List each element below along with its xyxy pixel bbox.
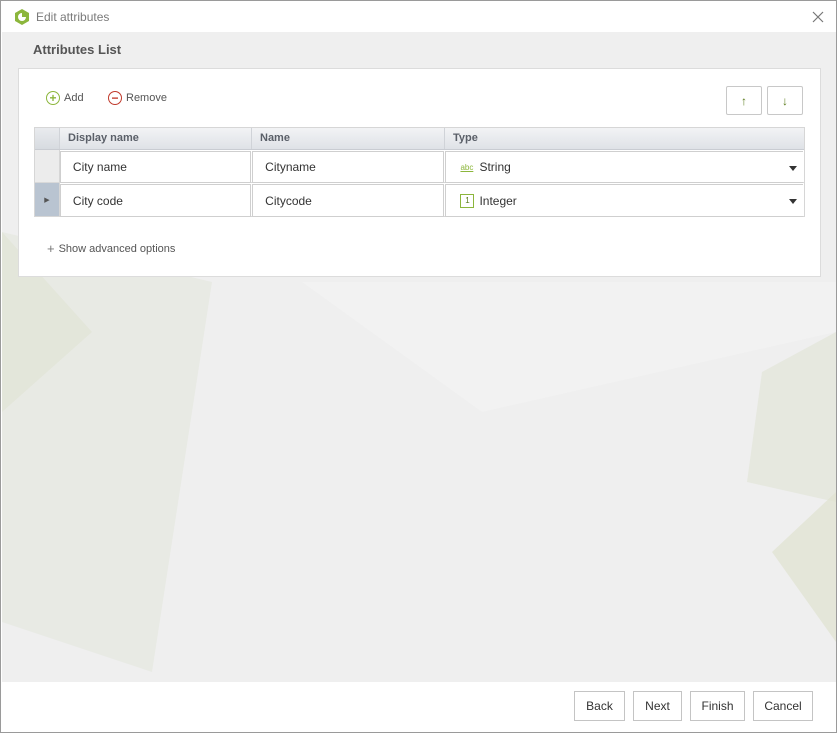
back-button[interactable]: Back <box>574 691 625 721</box>
column-header-type[interactable]: Type <box>445 128 804 149</box>
finish-button[interactable]: Finish <box>690 691 745 721</box>
window-title: Edit attributes <box>36 10 110 24</box>
cancel-button[interactable]: Cancel <box>753 691 813 721</box>
move-up-button[interactable]: ↑ <box>726 86 762 115</box>
table-row[interactable]: ▶ City code Citycode 1 Integer <box>35 183 804 217</box>
row-indicator-selected[interactable]: ▶ <box>35 183 60 216</box>
display-name-cell[interactable]: City code <box>59 184 252 217</box>
plus-circle-icon: + <box>46 91 60 105</box>
display-name-cell[interactable]: City name <box>59 151 252 183</box>
move-down-button[interactable]: ↓ <box>767 86 803 115</box>
show-advanced-options-label: Show advanced options <box>58 242 176 255</box>
dialog-footer: Back Next Finish Cancel <box>2 682 836 732</box>
title-bar: Edit attributes <box>1 1 836 32</box>
grid-header: Display name Name Type <box>35 128 804 150</box>
arrow-down-icon: ↓ <box>782 93 788 108</box>
attributes-grid: Display name Name Type City name Citynam… <box>34 127 805 217</box>
plus-icon: + <box>47 241 55 256</box>
content-area: Attributes List + Add − Remove ↑ ↓ Displ… <box>2 32 836 682</box>
page-title: Attributes List <box>33 42 122 57</box>
table-row[interactable]: City name Cityname abc String <box>35 150 804 183</box>
row-pointer-icon: ▶ <box>44 196 50 204</box>
show-advanced-options-link[interactable]: + Show advanced options <box>47 241 175 256</box>
app-logo-icon <box>15 9 29 25</box>
abc-icon: abc <box>460 162 474 172</box>
close-icon <box>812 11 824 23</box>
attributes-panel: + Add − Remove ↑ ↓ Display name Name Typ… <box>18 68 821 277</box>
dialog-window: Edit attributes Attributes List + Add − … <box>0 0 837 733</box>
remove-button[interactable]: − Remove <box>108 91 167 105</box>
name-cell[interactable]: Citycode <box>252 184 445 217</box>
name-cell[interactable]: Cityname <box>252 151 445 183</box>
remove-button-label: Remove <box>126 92 167 104</box>
column-header-name[interactable]: Name <box>252 128 445 149</box>
minus-circle-icon: − <box>108 91 122 105</box>
row-indicator[interactable] <box>35 150 60 182</box>
add-button-label: Add <box>64 92 84 104</box>
close-button[interactable] <box>808 7 828 27</box>
type-select[interactable]: 1 Integer <box>445 184 804 217</box>
chevron-down-icon[interactable] <box>789 166 798 171</box>
next-button[interactable]: Next <box>633 691 682 721</box>
column-header-display-name[interactable]: Display name <box>60 128 252 149</box>
chevron-down-icon[interactable] <box>789 199 798 204</box>
add-button[interactable]: + Add <box>46 91 84 105</box>
row-indicator-header <box>35 128 60 149</box>
type-value: String <box>479 160 511 174</box>
type-select[interactable]: abc String <box>445 151 804 183</box>
arrow-up-icon: ↑ <box>741 93 747 108</box>
integer-icon: 1 <box>460 193 475 208</box>
type-value: Integer <box>479 193 517 208</box>
